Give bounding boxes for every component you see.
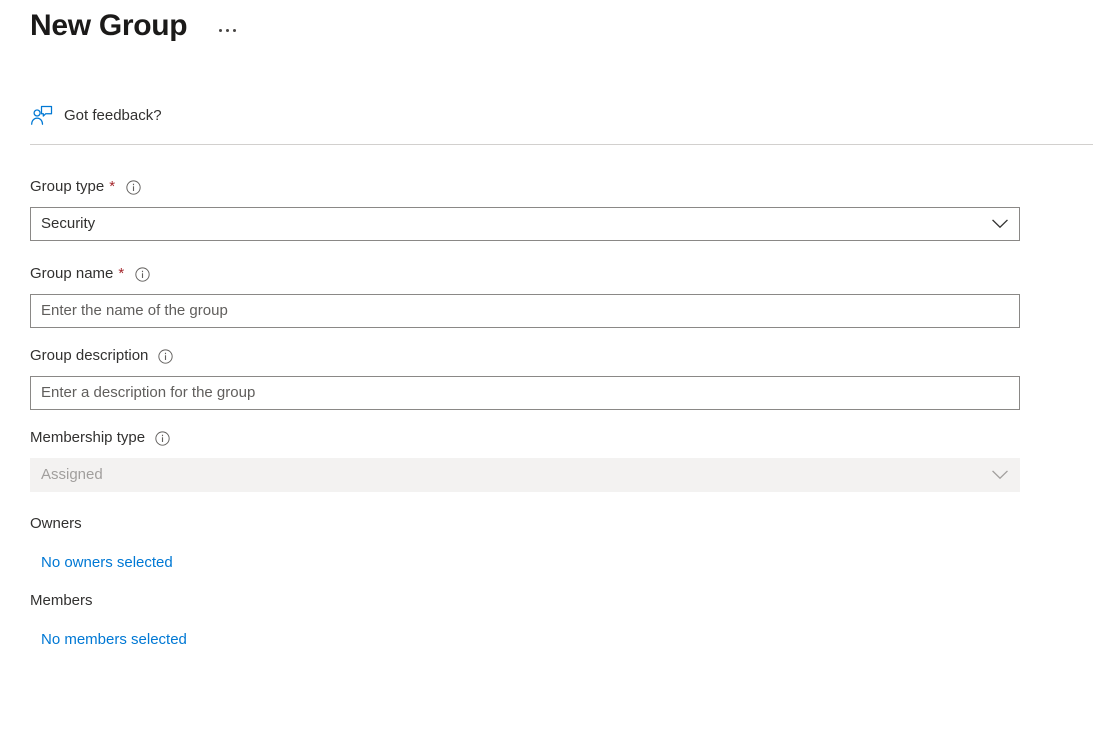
field-membership-type: Membership type Assigned xyxy=(30,427,1020,492)
group-name-input-wrapper[interactable]: Enter the name of the group xyxy=(30,294,1020,328)
info-icon[interactable] xyxy=(158,348,174,364)
info-icon[interactable] xyxy=(155,430,170,446)
info-icon[interactable] xyxy=(126,179,141,195)
overflow-menu-button[interactable] xyxy=(217,25,238,36)
chevron-down-icon xyxy=(992,219,1008,229)
info-icon[interactable] xyxy=(135,266,150,282)
group-description-input-wrapper[interactable]: Enter a description for the group xyxy=(30,376,1020,410)
members-label: Members xyxy=(30,592,93,609)
section-owners: Owners No owners selected xyxy=(30,514,1020,573)
field-group-description: Group description Enter a description fo… xyxy=(30,345,1020,410)
membership-type-value: Assigned xyxy=(41,466,103,483)
ellipsis-dot-icon xyxy=(233,28,237,32)
page-title: New Group xyxy=(30,9,188,42)
group-name-placeholder: Enter the name of the group xyxy=(41,302,228,319)
group-name-label-row: Group name * xyxy=(30,263,1020,285)
feedback-person-icon xyxy=(31,105,53,125)
chevron-down-icon xyxy=(992,470,1008,480)
group-type-value: Security xyxy=(41,215,96,232)
required-asterisk: * xyxy=(109,178,116,195)
no-members-selected-link[interactable]: No members selected xyxy=(41,630,187,650)
group-description-label: Group description xyxy=(30,347,149,364)
got-feedback-label: Got feedback? xyxy=(64,107,162,124)
group-description-label-row: Group description xyxy=(30,345,1020,367)
page-header: New Group xyxy=(30,4,238,48)
ellipsis-dot-icon xyxy=(226,28,230,32)
group-name-label: Group name xyxy=(30,265,114,282)
membership-type-label-row: Membership type xyxy=(30,427,1020,449)
new-group-form: Group type * Security Group name * Enter… xyxy=(30,176,1020,650)
field-group-name: Group name * Enter the name of the group xyxy=(30,263,1020,328)
membership-type-label: Membership type xyxy=(30,429,146,446)
ellipsis-dot-icon xyxy=(219,28,223,32)
group-type-label-row: Group type * xyxy=(30,176,1020,198)
group-type-label: Group type xyxy=(30,178,105,195)
no-owners-selected-link[interactable]: No owners selected xyxy=(41,553,173,573)
group-type-dropdown[interactable]: Security xyxy=(30,207,1020,241)
group-description-placeholder: Enter a description for the group xyxy=(41,384,256,401)
got-feedback-button[interactable]: Got feedback? xyxy=(26,100,168,132)
owners-label: Owners xyxy=(30,515,82,532)
membership-type-dropdown: Assigned xyxy=(30,458,1020,492)
section-members: Members No members selected xyxy=(30,591,1020,650)
required-asterisk: * xyxy=(118,265,125,282)
field-group-type: Group type * Security xyxy=(30,176,1020,241)
header-divider xyxy=(30,144,1093,145)
